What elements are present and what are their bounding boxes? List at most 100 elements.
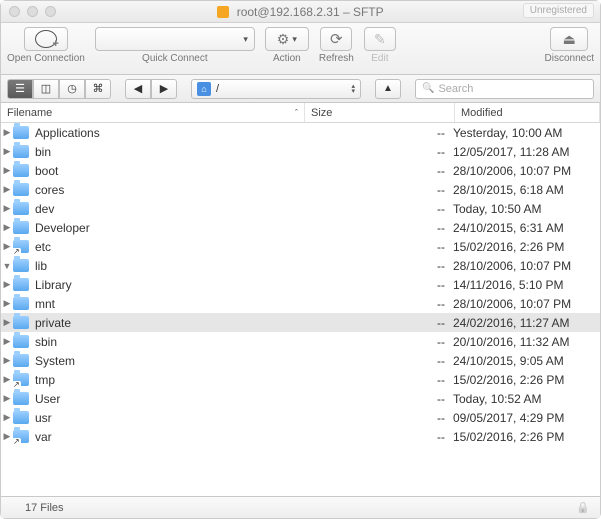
action-group: Action xyxy=(265,27,309,64)
globe-plus-icon xyxy=(35,30,57,48)
open-connection-button[interactable] xyxy=(24,27,68,51)
file-modified: 28/10/2006, 10:07 PM xyxy=(453,259,598,273)
file-modified: 12/05/2017, 11:28 AM xyxy=(453,145,598,159)
go-up-button[interactable]: ▲ xyxy=(375,79,401,99)
file-name: cores xyxy=(35,183,303,197)
refresh-icon xyxy=(330,30,343,48)
file-row[interactable]: ▶boot--28/10/2006, 10:07 PM xyxy=(1,161,600,180)
file-name: boot xyxy=(35,164,303,178)
file-row[interactable]: ▶var--15/02/2016, 2:26 PM xyxy=(1,427,600,446)
file-name: private xyxy=(35,316,303,330)
disclosure-triangle-icon[interactable]: ▶ xyxy=(1,279,13,290)
file-modified: 15/02/2016, 2:26 PM xyxy=(453,373,598,387)
file-modified: 24/10/2015, 9:05 AM xyxy=(453,354,598,368)
folder-icon xyxy=(13,354,29,367)
view-bonjour-button[interactable]: ⌘ xyxy=(85,79,111,99)
view-columns-button[interactable]: ◫ xyxy=(33,79,59,99)
file-size: -- xyxy=(303,316,453,330)
column-size[interactable]: Size xyxy=(305,103,455,122)
file-size: -- xyxy=(303,411,453,425)
file-row[interactable]: ▶System--24/10/2015, 9:05 AM xyxy=(1,351,600,370)
file-name: System xyxy=(35,354,303,368)
file-row[interactable]: ▶etc--15/02/2016, 2:26 PM xyxy=(1,237,600,256)
disclosure-triangle-icon[interactable]: ▶ xyxy=(1,317,13,328)
file-size: -- xyxy=(303,297,453,311)
file-list[interactable]: ▶Applications--Yesterday, 10:00 AM▶bin--… xyxy=(1,123,600,446)
file-name: etc xyxy=(35,240,303,254)
file-row[interactable]: ▶cores--28/10/2015, 6:18 AM xyxy=(1,180,600,199)
file-modified: 28/10/2006, 10:07 PM xyxy=(453,164,598,178)
edit-label: Edit xyxy=(371,53,388,64)
file-name: dev xyxy=(35,202,303,216)
open-connection-group: Open Connection xyxy=(7,27,85,64)
file-row[interactable]: ▶Applications--Yesterday, 10:00 AM xyxy=(1,123,600,142)
file-row[interactable]: ▶usr--09/05/2017, 4:29 PM xyxy=(1,408,600,427)
file-row[interactable]: ▶dev--Today, 10:50 AM xyxy=(1,199,600,218)
file-row[interactable]: ▶Developer--24/10/2015, 6:31 AM xyxy=(1,218,600,237)
quick-connect-group: Quick Connect xyxy=(95,27,255,64)
title-bar: root@192.168.2.31 – SFTP Unregistered xyxy=(1,1,600,23)
file-row[interactable]: ▼lib--28/10/2006, 10:07 PM xyxy=(1,256,600,275)
disclosure-triangle-icon[interactable]: ▶ xyxy=(1,298,13,309)
file-name: sbin xyxy=(35,335,303,349)
file-row[interactable]: ▶Library--14/11/2016, 5:10 PM xyxy=(1,275,600,294)
folder-icon xyxy=(13,126,29,139)
eject-icon xyxy=(563,31,576,48)
quick-connect-combo[interactable] xyxy=(95,27,255,51)
view-history-button[interactable]: ◷ xyxy=(59,79,85,99)
disclosure-triangle-icon[interactable]: ▶ xyxy=(1,222,13,233)
disconnect-group: Disconnect xyxy=(545,27,594,64)
folder-icon xyxy=(13,411,29,424)
folder-icon xyxy=(13,335,29,348)
disclosure-triangle-icon[interactable]: ▶ xyxy=(1,393,13,404)
disclosure-triangle-icon[interactable]: ▶ xyxy=(1,146,13,157)
disclosure-triangle-icon[interactable]: ▶ xyxy=(1,412,13,423)
edit-group: Edit xyxy=(364,27,396,64)
window-title-text: root@192.168.2.31 – SFTP xyxy=(237,5,384,19)
nav-segment: ◀ ▶ xyxy=(125,79,177,99)
disclosure-triangle-icon[interactable]: ▶ xyxy=(1,203,13,214)
unregistered-badge[interactable]: Unregistered xyxy=(523,3,594,18)
folder-icon xyxy=(13,183,29,196)
search-input[interactable]: Search xyxy=(415,79,594,99)
disclosure-triangle-icon[interactable]: ▶ xyxy=(1,165,13,176)
file-size: -- xyxy=(303,373,453,387)
folder-icon xyxy=(13,145,29,158)
disconnect-button[interactable] xyxy=(550,27,588,51)
file-modified: 24/02/2016, 11:27 AM xyxy=(453,316,598,330)
disclosure-triangle-icon[interactable]: ▼ xyxy=(1,261,13,271)
nav-back-button[interactable]: ◀ xyxy=(125,79,151,99)
nav-forward-button[interactable]: ▶ xyxy=(151,79,177,99)
file-modified: 20/10/2016, 11:32 AM xyxy=(453,335,598,349)
edit-button[interactable] xyxy=(364,27,396,51)
column-filename[interactable]: Filenameˆ xyxy=(1,103,305,122)
file-row[interactable]: ▶bin--12/05/2017, 11:28 AM xyxy=(1,142,600,161)
disclosure-triangle-icon[interactable]: ▶ xyxy=(1,184,13,195)
disclosure-triangle-icon[interactable]: ▶ xyxy=(1,127,13,138)
file-size: -- xyxy=(303,240,453,254)
column-modified[interactable]: Modified xyxy=(455,103,600,122)
open-connection-label: Open Connection xyxy=(7,53,85,64)
file-name: tmp xyxy=(35,373,303,387)
file-row[interactable]: ▶tmp--15/02/2016, 2:26 PM xyxy=(1,370,600,389)
file-modified: 09/05/2017, 4:29 PM xyxy=(453,411,598,425)
file-row[interactable]: ▶sbin--20/10/2016, 11:32 AM xyxy=(1,332,600,351)
file-modified: Today, 10:50 AM xyxy=(453,202,598,216)
refresh-button[interactable] xyxy=(320,27,352,51)
folder-alias-icon xyxy=(13,430,29,443)
file-row[interactable]: ▶ private--24/02/2016, 11:27 AM xyxy=(1,313,600,332)
disclosure-triangle-icon[interactable]: ▶ xyxy=(1,336,13,347)
action-button[interactable] xyxy=(265,27,309,51)
file-size: -- xyxy=(303,278,453,292)
file-size: -- xyxy=(303,126,453,140)
file-name: User xyxy=(35,392,303,406)
file-row[interactable]: ▶User--Today, 10:52 AM xyxy=(1,389,600,408)
folder-alias-icon xyxy=(13,240,29,253)
folder-icon xyxy=(13,259,29,272)
file-modified: Yesterday, 10:00 AM xyxy=(453,126,598,140)
file-row[interactable]: ▶mnt--28/10/2006, 10:07 PM xyxy=(1,294,600,313)
path-selector[interactable]: ⌂ / ▴▾ xyxy=(191,79,361,99)
disclosure-triangle-icon[interactable]: ▶ xyxy=(1,355,13,366)
view-outline-button[interactable]: ☰ xyxy=(7,79,33,99)
sort-ascending-icon: ˆ xyxy=(295,108,298,118)
